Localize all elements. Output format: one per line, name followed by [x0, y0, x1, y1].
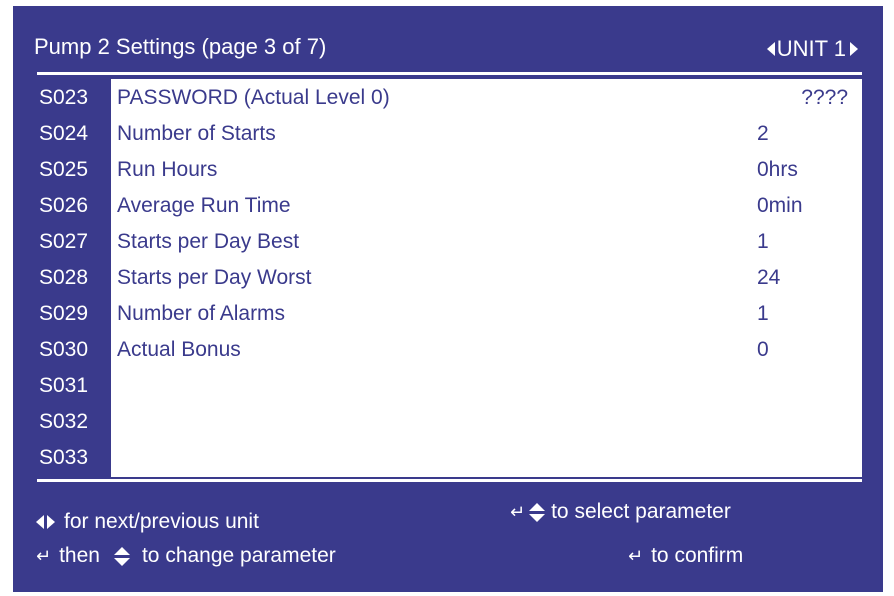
help-footer: for next/previous unit ↵ to select param…	[22, 488, 870, 586]
parameter-row[interactable]: S028 Starts per Day Worst 24	[37, 261, 862, 295]
parameter-row[interactable]: S030 Actual Bonus 0	[37, 333, 862, 367]
parameter-value: ????	[801, 86, 848, 109]
help-change-parameter: ↵ then to change parameter	[36, 544, 336, 567]
parameter-label: Number of Starts	[117, 122, 276, 145]
help-next-prev: for next/previous unit	[36, 510, 259, 534]
parameter-row[interactable]: S025 Run Hours 0hrs	[37, 153, 862, 187]
parameter-row[interactable]: S027 Starts per Day Best 1	[37, 225, 862, 259]
page-title: Pump 2 Settings (page 3 of 7)	[34, 34, 327, 59]
parameter-label: Run Hours	[117, 158, 218, 181]
parameter-list: S023 PASSWORD (Actual Level 0) ???? S024…	[37, 79, 862, 477]
parameter-code: S032	[39, 410, 89, 433]
unit-next-arrow-icon[interactable]	[850, 42, 858, 56]
parameter-code: S030	[39, 338, 89, 361]
bottom-divider	[37, 479, 862, 482]
parameter-value: 0hrs	[757, 158, 798, 181]
unit-selector[interactable]: UNIT 1	[766, 36, 858, 62]
parameter-label: Actual Bonus	[117, 338, 241, 361]
parameter-value: 2	[757, 122, 769, 145]
parameter-row[interactable]: S024 Number of Starts 2	[37, 117, 862, 151]
parameter-code: S024	[39, 122, 89, 145]
parameter-value: 1	[757, 302, 769, 325]
parameter-value: 1	[757, 230, 769, 253]
help-confirm: ↵ to confirm	[628, 544, 744, 567]
parameter-row[interactable]: S032	[37, 405, 862, 439]
parameter-code: S028	[39, 266, 89, 289]
top-divider	[37, 72, 862, 75]
parameter-code: S023	[39, 86, 89, 109]
enter-icon: ↵	[628, 545, 644, 567]
unit-label: UNIT 1	[776, 36, 846, 61]
parameter-code: S029	[39, 302, 89, 325]
title-bar: Pump 2 Settings (page 3 of 7) UNIT 1	[22, 26, 870, 68]
parameter-code: S031	[39, 374, 89, 397]
parameter-row[interactable]: S033	[37, 441, 862, 475]
enter-icon: ↵	[510, 501, 526, 523]
parameter-code: S027	[39, 230, 89, 253]
enter-icon: ↵	[36, 545, 52, 567]
parameter-row[interactable]: S023 PASSWORD (Actual Level 0) ????	[37, 81, 862, 115]
left-right-arrows-icon	[36, 515, 55, 529]
parameter-label: Number of Alarms	[117, 302, 286, 325]
parameter-label: Average Run Time	[117, 194, 291, 217]
parameter-row[interactable]: S031	[37, 369, 862, 403]
parameter-label: Starts per Day Worst	[117, 266, 312, 289]
up-down-arrows-icon	[113, 546, 130, 566]
parameter-code: S033	[39, 446, 89, 469]
parameter-label: PASSWORD (Actual Level 0)	[117, 86, 390, 109]
parameter-value: 0min	[757, 194, 803, 217]
parameter-code: S026	[39, 194, 89, 217]
help-select-parameter: ↵ to select parameter	[510, 500, 731, 523]
parameter-label: Starts per Day Best	[117, 230, 300, 253]
parameter-value: 24	[757, 266, 781, 289]
parameter-row[interactable]: S026 Average Run Time 0min	[37, 189, 862, 223]
parameter-code: S025	[39, 158, 89, 181]
unit-prev-arrow-icon[interactable]	[766, 42, 775, 56]
up-down-arrows-icon	[529, 502, 546, 522]
parameter-value: 0	[757, 338, 769, 361]
parameter-row[interactable]: S029 Number of Alarms 1	[37, 297, 862, 331]
